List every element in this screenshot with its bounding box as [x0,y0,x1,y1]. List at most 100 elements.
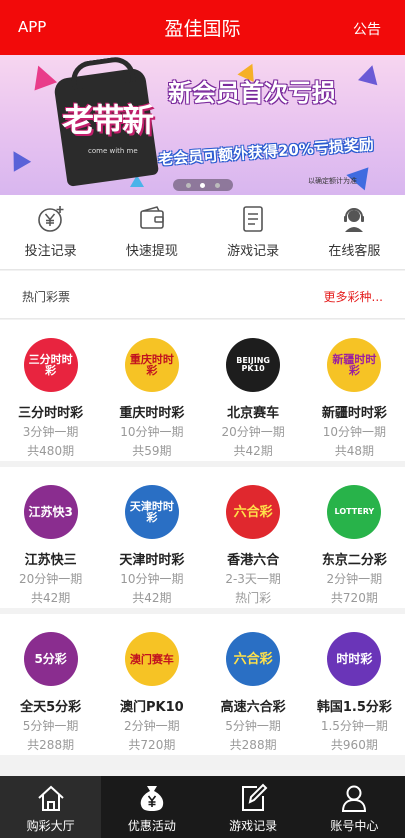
hot-lottery-header: 热门彩票 更多彩种... [0,271,405,319]
decor-triangle [26,61,58,91]
edit-icon [242,783,268,811]
tab-label: 账号中心 [330,819,379,833]
lottery-card[interactable]: 澳门赛车 澳门PK10 2分钟一期 共720期 [101,614,202,755]
pagination-dot[interactable] [185,182,191,188]
pagination-dot-active[interactable] [200,182,206,188]
lottery-interval: 20分钟一期 [18,572,83,586]
lottery-card[interactable]: 5分彩 全天5分彩 5分钟一期 共288期 [0,614,101,755]
notice-link[interactable]: 公告 [353,19,381,39]
tab-label: 游戏记录 [229,819,278,833]
page-title: 盈佳国际 [164,18,241,40]
lottery-name: 新疆时时彩 [321,406,387,421]
lottery-interval: 2分钟一期 [326,572,383,586]
lottery-card[interactable]: 重庆时时彩 重庆时时彩 10分钟一期 共59期 [101,320,202,461]
tab-promotions[interactable]: 优惠活动 [101,776,202,838]
action-fast-withdraw[interactable]: 快速提现 [101,195,202,269]
lottery-card[interactable]: 新疆时时彩 新疆时时彩 10分钟一期 共48期 [304,320,405,461]
lottery-row: 三分时时彩 三分时时彩 3分钟一期 共480期 重庆时时彩 重庆时时彩 10分钟… [0,320,405,461]
lottery-count: 共288期 [229,738,277,752]
lottery-card[interactable]: BEIJING PK10 北京赛车 20分钟一期 共42期 [203,320,304,461]
tab-lottery-hall[interactable]: 购彩大厅 [0,776,102,838]
lottery-interval: 3分钟一期 [22,425,79,439]
lottery-logo: 5分彩 [23,632,78,686]
action-game-records[interactable]: 游戏记录 [203,195,304,269]
lottery-logo: 天津时时彩 [124,485,179,539]
decor-triangle [4,146,32,172]
user-icon [342,785,367,812]
lottery-name: 香港六合 [227,553,280,568]
lottery-interval: 10分钟一期 [120,425,184,439]
action-bet-records[interactable]: 投注记录 [0,195,101,269]
lottery-interval: 10分钟一期 [120,572,184,586]
lottery-interval: 2分钟一期 [124,719,180,733]
home-icon [37,785,64,811]
lottery-count: 共42期 [233,444,273,458]
lottery-logo: BEIJING PK10 [226,338,281,392]
quick-actions: 投注记录 快速提现 游戏记录 在线客服 [0,195,405,270]
lottery-name: 北京赛车 [227,406,280,421]
banner-bag-text: come with me [88,147,138,155]
lottery-interval: 5分钟一期 [225,719,281,733]
lottery-count: 共59期 [132,444,172,458]
lottery-count: 热门彩 [235,591,272,605]
lottery-count: 共480期 [27,444,75,458]
action-online-service[interactable]: 在线客服 [304,195,405,269]
lottery-name: 重庆时时彩 [119,406,185,421]
lottery-interval: 1.5分钟一期 [320,719,388,733]
tab-label: 优惠活动 [127,819,176,833]
lottery-logo: 新疆时时彩 [327,338,382,392]
yen-plus-icon [37,206,64,232]
lottery-card[interactable]: 六合彩 香港六合 2-3天一期 热门彩 [203,467,304,608]
lottery-logo: 六合彩 [226,632,281,686]
lottery-card[interactable]: 六合彩 高速六合彩 5分钟一期 共288期 [203,614,304,755]
tab-game-records[interactable]: 游戏记录 [203,776,304,838]
lottery-count: 共720期 [330,591,378,605]
lottery-name: 三分时时彩 [18,406,84,421]
lottery-card[interactable]: 三分时时彩 三分时时彩 3分钟一期 共480期 [0,320,101,461]
lottery-logo: 重庆时时彩 [124,338,179,392]
banner-pagination [173,179,233,191]
lottery-logo: 三分时时彩 [23,338,78,392]
promo-banner[interactable]: 老带新 come with me 新会员首次亏损 老会员可额外获得20%亏损奖励… [0,55,405,195]
lottery-count: 共48期 [334,444,375,458]
section-title: 热门彩票 [22,290,71,304]
headset-icon [344,208,365,232]
lottery-name: 韩国1.5分彩 [316,700,392,715]
wallet-icon [140,206,164,229]
top-header: APP 盈佳国际 公告 [0,0,405,55]
document-icon [243,206,263,232]
lottery-logo: 时时彩 [327,632,382,686]
lottery-interval: 20分钟一期 [221,425,285,439]
lottery-logo: 江苏快3 [23,485,78,539]
banner-small-text: 以确定额计为准 [308,177,357,185]
lottery-card[interactable]: 时时彩 韩国1.5分彩 1.5分钟一期 共960期 [304,614,405,755]
lottery-row: 江苏快3 江苏快三 20分钟一期 共42期 天津时时彩 天津时时彩 10分钟一期… [0,467,405,608]
lottery-count: 共720期 [128,738,176,752]
action-label: 游戏记录 [227,244,280,259]
lottery-logo: 六合彩 [226,485,281,539]
bottom-tab-bar: 购彩大厅 优惠活动 游戏记录 账号中心 [0,776,405,838]
lottery-name: 澳门PK10 [120,700,184,715]
lottery-interval: 2-3天一期 [225,572,281,586]
lottery-count: 共288期 [27,738,75,752]
lottery-card[interactable]: LOTTERY 东京二分彩 2分钟一期 共720期 [304,467,405,608]
lottery-name: 东京二分彩 [321,553,387,568]
lottery-card[interactable]: 江苏快3 江苏快三 20分钟一期 共42期 [0,467,101,608]
lottery-row: 5分彩 全天5分彩 5分钟一期 共288期 澳门赛车 澳门PK10 2分钟一期 … [0,614,405,755]
pagination-dot[interactable] [215,182,221,188]
lottery-interval: 10分钟一期 [322,425,387,439]
lottery-card[interactable]: 天津时时彩 天津时时彩 10分钟一期 共42期 [101,467,202,608]
lottery-name: 江苏快三 [24,553,77,568]
lottery-logo: 澳门赛车 [124,632,179,686]
money-bag-icon [140,786,164,811]
page: APP 盈佳国际 公告 老带新 come with me 新会员首次亏损 老会员… [0,0,405,838]
action-label: 快速提现 [125,244,178,259]
lottery-name: 天津时时彩 [119,553,185,568]
tab-account-center[interactable]: 账号中心 [304,776,405,838]
more-lotteries-link[interactable]: 更多彩种... [324,288,383,305]
lottery-logo: LOTTERY [327,485,382,539]
tab-label: 购彩大厅 [26,819,75,833]
lottery-count: 共42期 [132,591,172,605]
lottery-interval: 5分钟一期 [22,719,79,733]
action-label: 投注记录 [24,244,77,259]
